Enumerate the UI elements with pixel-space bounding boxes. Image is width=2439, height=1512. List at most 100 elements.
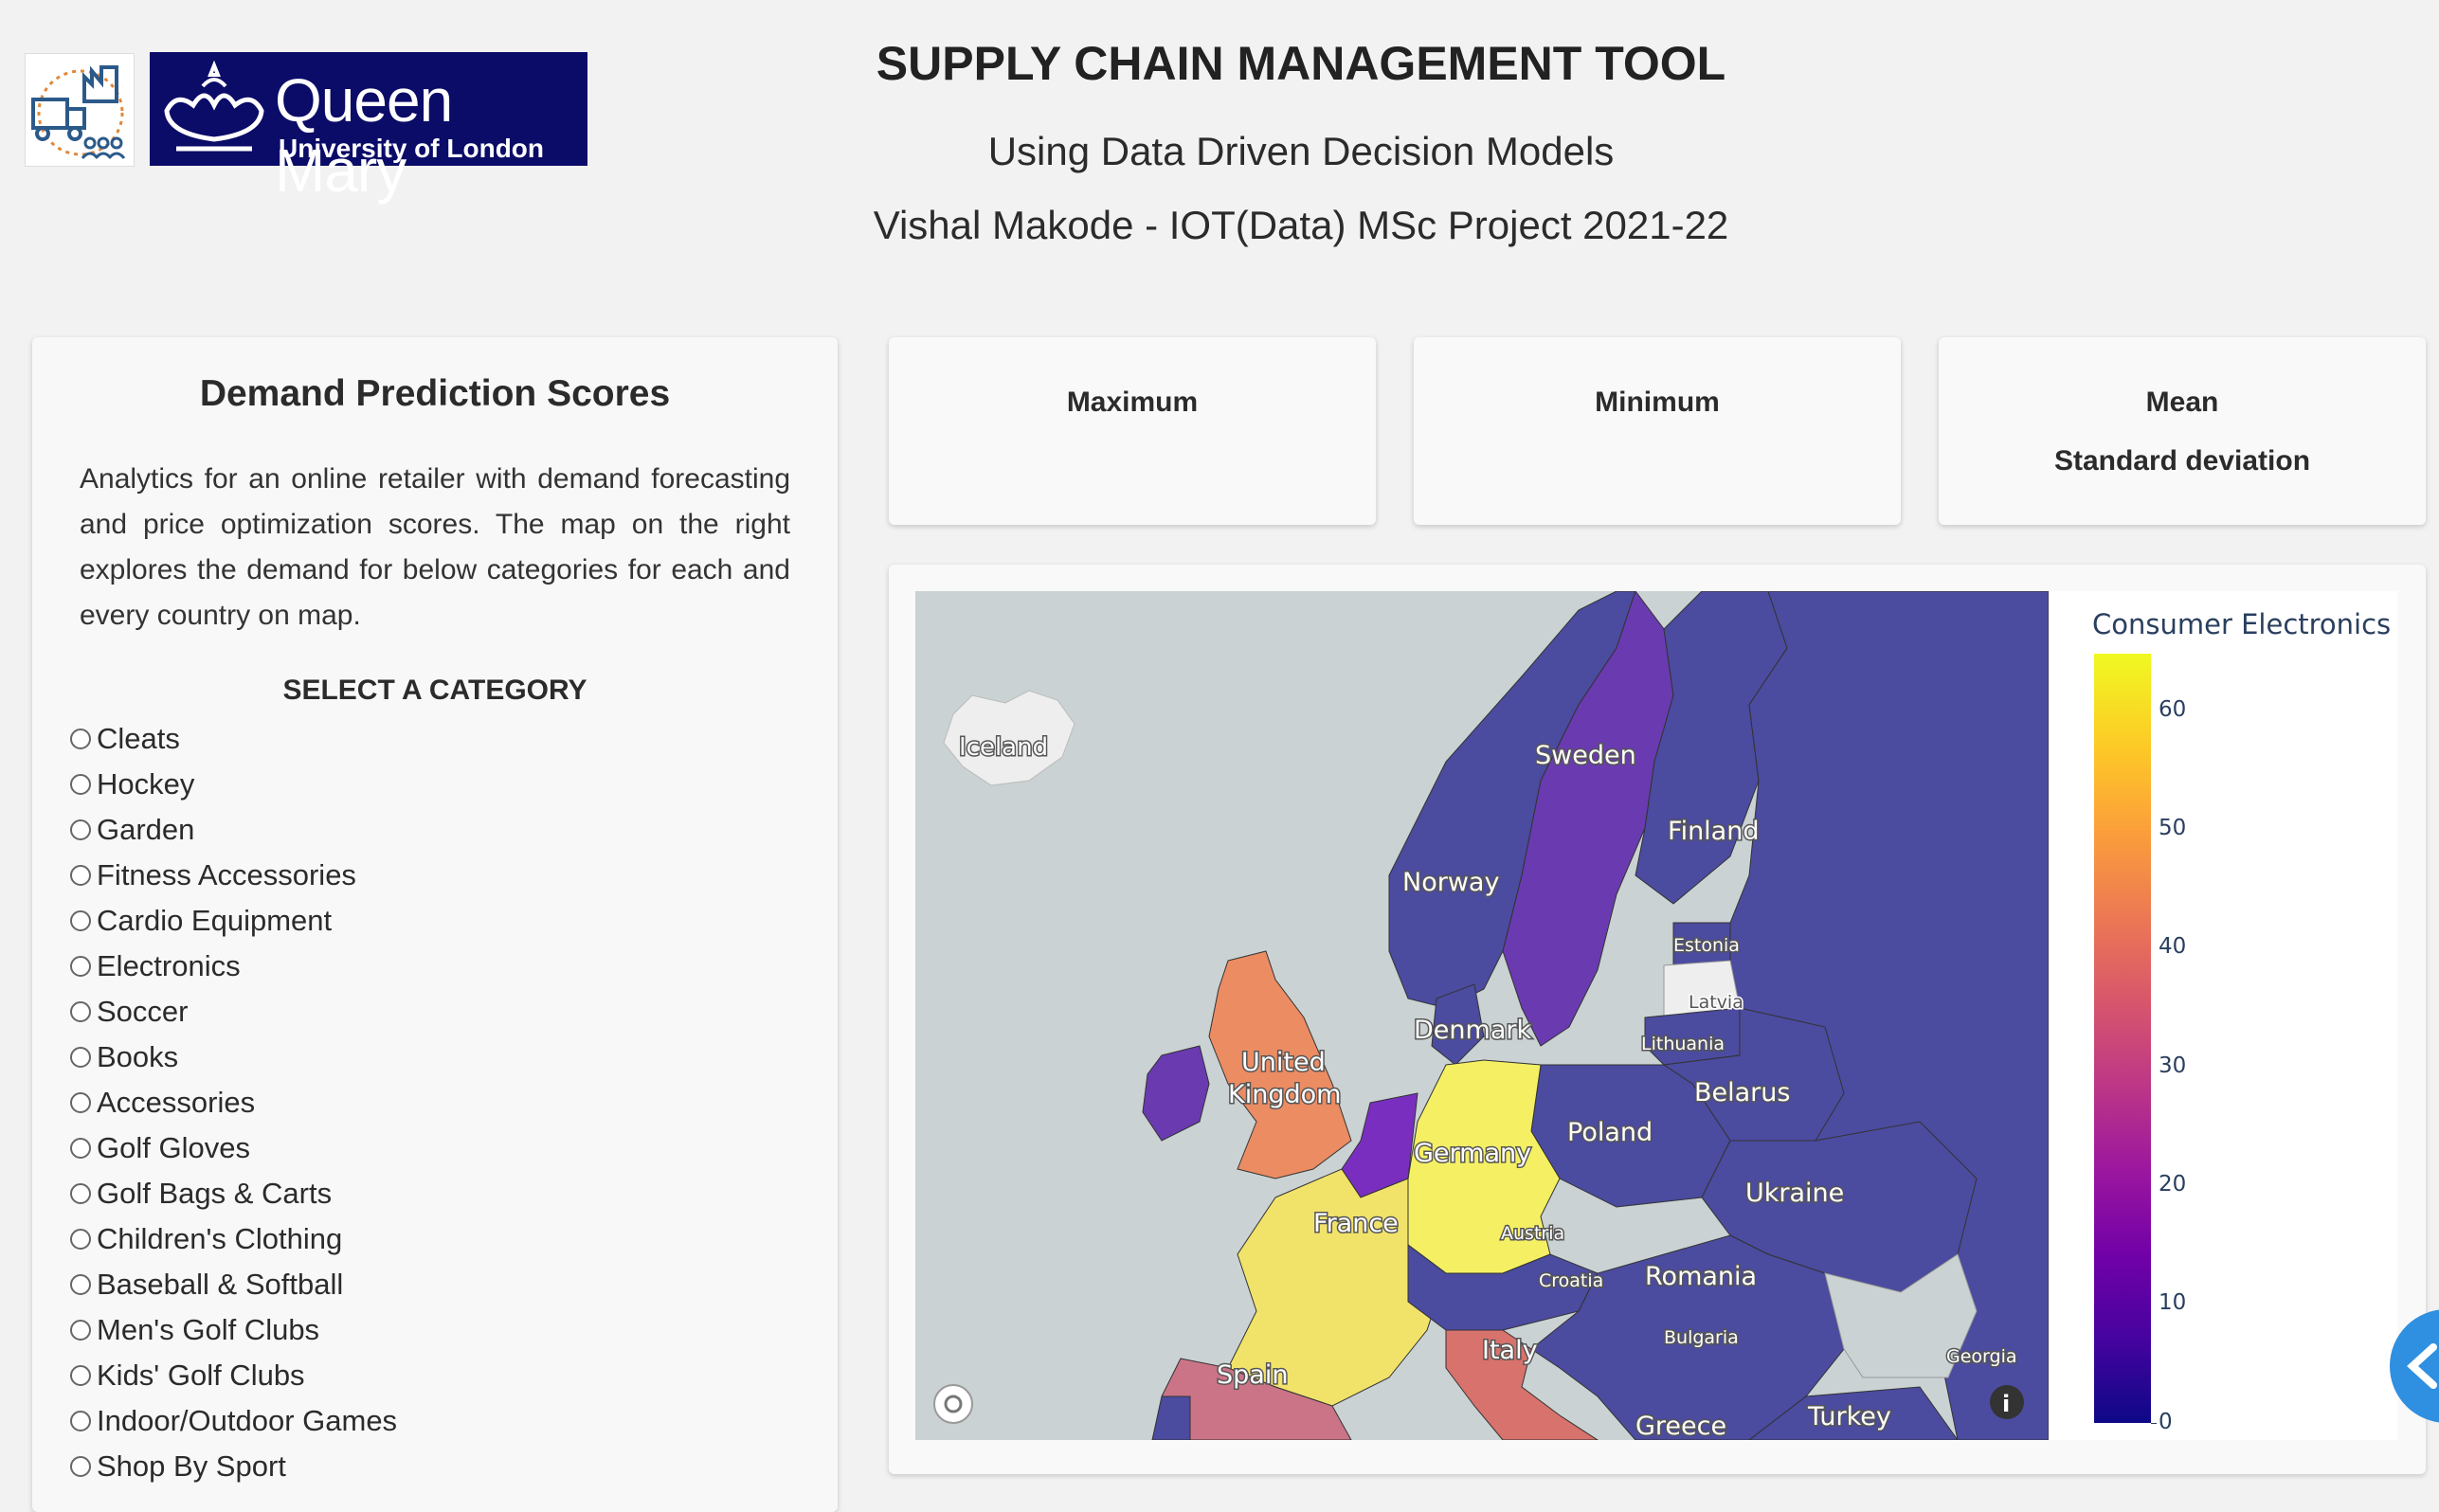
mean-label: Mean xyxy=(2145,387,2219,418)
label-croatia: Croatia xyxy=(1539,1270,1603,1291)
colorbar-legend: Consumer Electronics 0 10 20 30 40 50 60 xyxy=(2049,591,2397,1440)
sidebar-toggle-button[interactable] xyxy=(2390,1309,2439,1423)
category-option-childrens-clothing[interactable]: Children's Clothing xyxy=(70,1216,397,1262)
radio-button[interactable] xyxy=(70,865,91,886)
label-germany: Germany xyxy=(1414,1139,1531,1168)
label-bulgaria: Bulgaria xyxy=(1664,1327,1739,1348)
category-option-soccer[interactable]: Soccer xyxy=(70,989,397,1035)
page-title: SUPPLY CHAIN MANAGEMENT TOOL xyxy=(876,37,1726,90)
category-label: Kids' Golf Clubs xyxy=(97,1359,305,1392)
maximum-card: Maximum xyxy=(889,337,1376,525)
label-belarus: Belarus xyxy=(1694,1078,1790,1107)
category-label: Accessories xyxy=(97,1086,256,1119)
label-uk-line2: Kingdom xyxy=(1228,1080,1341,1109)
radio-button[interactable] xyxy=(70,1047,91,1068)
radio-button[interactable] xyxy=(70,1138,91,1159)
category-option-baseball-softball[interactable]: Baseball & Softball xyxy=(70,1262,397,1307)
info-icon[interactable]: i xyxy=(1990,1385,2024,1419)
author-line: Vishal Makode - IOT(Data) MSc Project 20… xyxy=(873,203,1729,247)
category-radio-list: Cleats Hockey Garden Fitness Accessories… xyxy=(70,716,397,1489)
category-option-electronics[interactable]: Electronics xyxy=(70,944,397,989)
category-heading: SELECT A CATEGORY xyxy=(282,675,587,706)
category-option-indoor-outdoor-games[interactable]: Indoor/Outdoor Games xyxy=(70,1398,397,1444)
radio-button[interactable] xyxy=(70,1183,91,1204)
category-option-mens-golf-clubs[interactable]: Men's Golf Clubs xyxy=(70,1307,397,1353)
label-latvia: Latvia xyxy=(1689,992,1743,1013)
label-lithuania: Lithuania xyxy=(1641,1034,1725,1054)
colorbar-tick-20: 20 xyxy=(2159,1172,2187,1197)
radio-button[interactable] xyxy=(70,1092,91,1113)
category-option-accessories[interactable]: Accessories xyxy=(70,1080,397,1125)
category-panel: Demand Prediction Scores Analytics for a… xyxy=(32,337,838,1512)
chevron-left-icon xyxy=(2407,1343,2437,1389)
radio-button[interactable] xyxy=(70,774,91,795)
label-iceland: Iceland xyxy=(959,733,1048,762)
label-sweden: Sweden xyxy=(1535,741,1636,770)
colorbar xyxy=(2094,654,2151,1423)
label-ukraine: Ukraine xyxy=(1745,1179,1844,1208)
category-option-kids-golf-clubs[interactable]: Kids' Golf Clubs xyxy=(70,1353,397,1398)
category-label: Indoor/Outdoor Games xyxy=(97,1404,398,1437)
category-option-hockey[interactable]: Hockey xyxy=(70,762,397,807)
radio-button[interactable] xyxy=(70,1274,91,1295)
radio-button[interactable] xyxy=(70,1001,91,1022)
radio-button[interactable] xyxy=(70,819,91,840)
maximum-label: Maximum xyxy=(1066,387,1199,418)
colorbar-tick-60: 60 xyxy=(2159,697,2187,722)
colorbar-tick-40: 40 xyxy=(2159,934,2187,959)
category-option-golf-gloves[interactable]: Golf Gloves xyxy=(70,1125,397,1171)
radio-button[interactable] xyxy=(70,910,91,931)
category-option-cardio-equipment[interactable]: Cardio Equipment xyxy=(70,898,397,944)
radio-button[interactable] xyxy=(70,1229,91,1250)
page-subtitle: Using Data Driven Decision Models xyxy=(987,129,1615,173)
category-option-books[interactable]: Books xyxy=(70,1035,397,1080)
map-panel: Iceland Sweden Finland Norway Estonia La… xyxy=(889,565,2426,1474)
category-option-golf-bags-carts[interactable]: Golf Bags & Carts xyxy=(70,1171,397,1216)
colorbar-tick-30: 30 xyxy=(2159,1053,2187,1078)
mean-card: Mean Standard deviation xyxy=(1939,337,2426,525)
colorbar-title: Consumer Electronics xyxy=(2092,608,2392,640)
category-label: Shop By Sport xyxy=(97,1449,286,1483)
category-option-cleats[interactable]: Cleats xyxy=(70,716,397,762)
radio-button[interactable] xyxy=(70,1320,91,1341)
category-label: Cleats xyxy=(97,722,180,755)
label-greece: Greece xyxy=(1635,1412,1726,1440)
radio-button[interactable] xyxy=(70,956,91,977)
map-canvas[interactable]: Iceland Sweden Finland Norway Estonia La… xyxy=(915,591,2049,1440)
colorbar-tick-50: 50 xyxy=(2159,816,2187,840)
label-spain: Spain xyxy=(1217,1360,1288,1390)
label-austria: Austria xyxy=(1501,1223,1564,1244)
category-label: Golf Bags & Carts xyxy=(97,1177,333,1210)
category-label: Soccer xyxy=(97,995,189,1028)
label-denmark: Denmark xyxy=(1414,1016,1531,1045)
label-italy: Italy xyxy=(1482,1336,1538,1365)
label-uk-line1: United xyxy=(1241,1048,1326,1077)
panel-title: Demand Prediction Scores xyxy=(199,373,671,414)
radio-button[interactable] xyxy=(70,1411,91,1431)
category-label: Baseball & Softball xyxy=(97,1268,344,1301)
radio-button[interactable] xyxy=(70,1456,91,1477)
colorbar-tick-10: 10 xyxy=(2159,1290,2187,1315)
category-option-garden[interactable]: Garden xyxy=(70,807,397,853)
std-label: Standard deviation xyxy=(2053,445,2311,477)
category-label: Golf Gloves xyxy=(97,1131,250,1164)
category-label: Electronics xyxy=(97,949,241,982)
category-option-shop-by-sport[interactable]: Shop By Sport xyxy=(70,1444,397,1489)
label-georgia: Georgia xyxy=(1946,1346,2017,1367)
label-estonia: Estonia xyxy=(1673,935,1740,956)
choropleth-map[interactable]: Iceland Sweden Finland Norway Estonia La… xyxy=(915,591,2049,1440)
svg-text:i: i xyxy=(2002,1391,2010,1417)
minimum-label: Minimum xyxy=(1595,387,1720,418)
map-logo-icon[interactable] xyxy=(933,1384,973,1424)
category-label: Books xyxy=(97,1040,179,1073)
radio-button[interactable] xyxy=(70,1365,91,1386)
minimum-card: Minimum xyxy=(1414,337,1901,525)
category-label: Cardio Equipment xyxy=(97,904,333,937)
radio-button[interactable] xyxy=(70,729,91,749)
category-option-fitness-accessories[interactable]: Fitness Accessories xyxy=(70,853,397,898)
colorbar-tick-0: 0 xyxy=(2159,1410,2173,1434)
category-label: Hockey xyxy=(97,767,195,801)
label-poland: Poland xyxy=(1567,1118,1653,1147)
label-france: France xyxy=(1313,1209,1399,1238)
label-norway: Norway xyxy=(1402,868,1499,897)
